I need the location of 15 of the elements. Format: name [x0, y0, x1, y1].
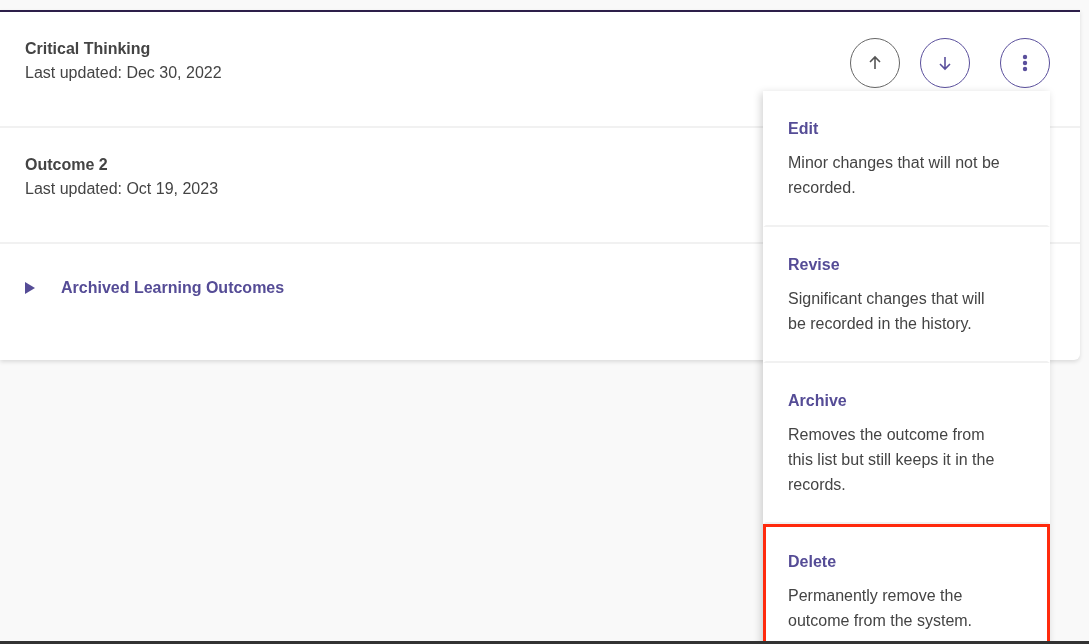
menu-item[interactable]: Revise Significant changes that will be recorded in the history.: [763, 227, 1050, 363]
menu-item[interactable]: Delete Permanently remove the outcome from the system.: [763, 524, 1050, 641]
up-arrow-icon: [867, 55, 883, 71]
last-updated: Last updated: Dec 30, 2022: [25, 63, 222, 83]
down-arrow-icon: [937, 55, 953, 71]
archived-outcomes-toggle[interactable]: Archived Learning Outcomes: [25, 279, 285, 297]
move-down-button[interactable]: [920, 38, 970, 88]
outcome-title: Outcome 2: [25, 155, 109, 175]
more-button[interactable]: [1000, 38, 1050, 88]
menu-item[interactable]: Edit Minor changes that will not be recorded.: [763, 91, 1050, 227]
outcome-title: Critical Thinking: [25, 39, 152, 59]
caret-icon: [25, 282, 35, 294]
last-updated: Last updated: Oct 19, 2023: [25, 179, 219, 199]
menu-item[interactable]: Archive Removes the outcome from this list but still keeps it in the records.: [763, 363, 1050, 524]
more-icon: [1022, 54, 1028, 72]
